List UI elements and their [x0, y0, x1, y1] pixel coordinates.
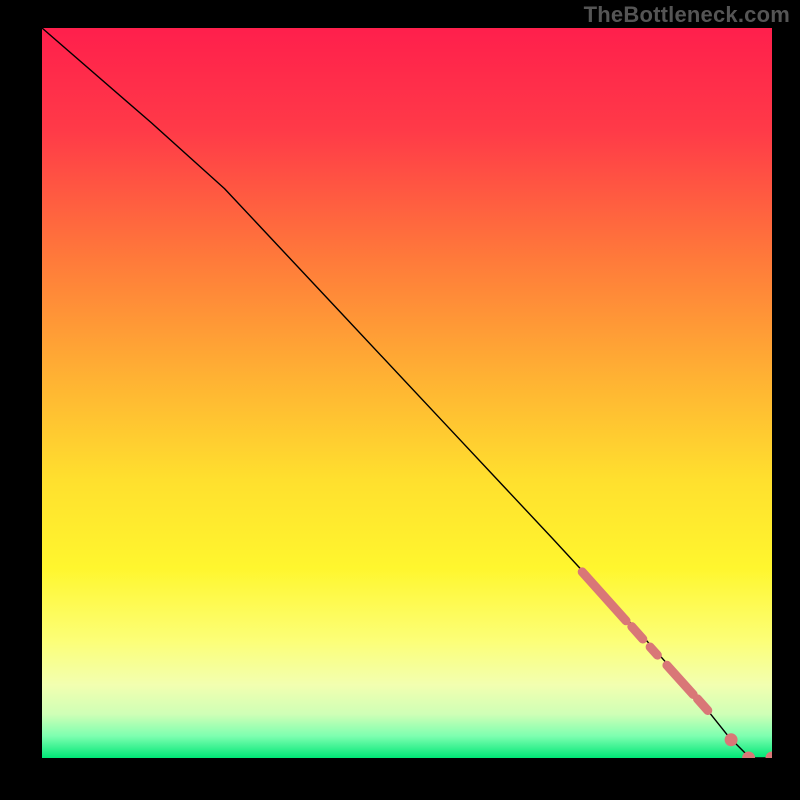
marker-dot: [766, 752, 773, 759]
marker-segment: [650, 647, 657, 655]
watermark-text: TheBottleneck.com: [584, 2, 790, 28]
marker-segment: [698, 699, 708, 711]
marker-segment: [582, 572, 626, 621]
marker-dot: [725, 733, 738, 746]
chart-frame: TheBottleneck.com: [0, 0, 800, 800]
curve-overlay: [42, 28, 772, 758]
plot-area: [42, 28, 772, 758]
marker-segment: [632, 627, 643, 639]
marker-dots: [725, 733, 772, 758]
marker-segments: [582, 572, 708, 711]
bottleneck-curve: [42, 28, 772, 758]
marker-segment: [667, 665, 693, 694]
